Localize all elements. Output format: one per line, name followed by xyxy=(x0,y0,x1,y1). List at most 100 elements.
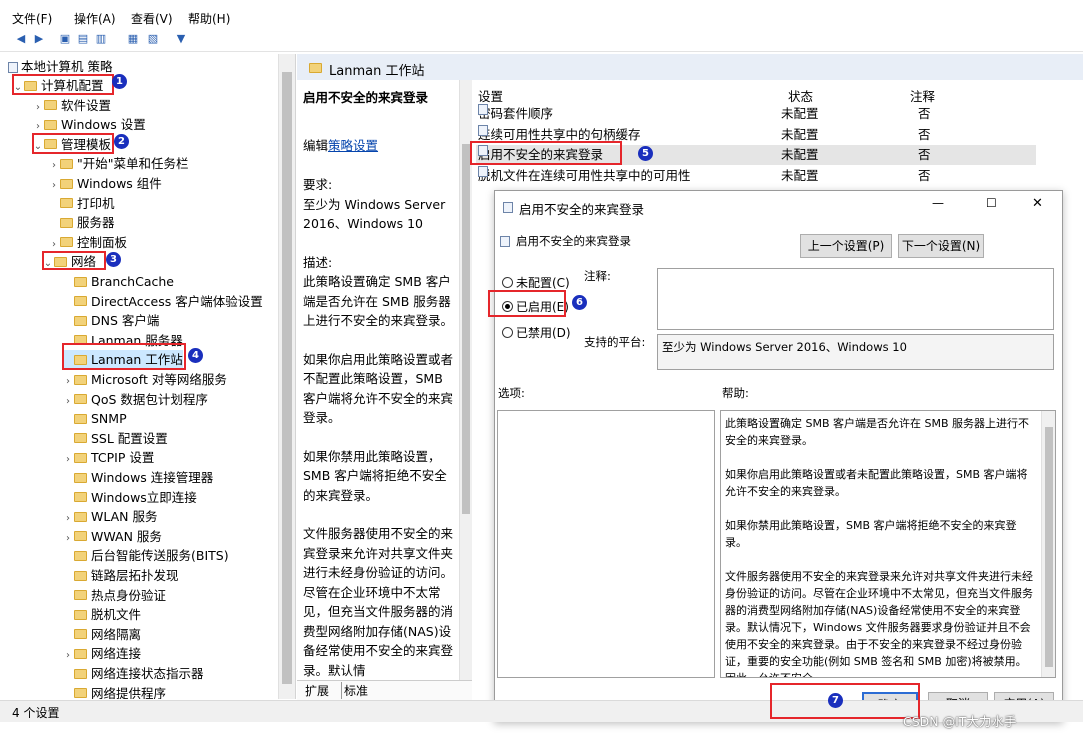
menu-help[interactable]: 帮助(H) xyxy=(188,10,230,27)
minimize-icon[interactable]: — xyxy=(932,196,944,210)
tree-item[interactable]: › QoS 数据包计划程序 xyxy=(62,390,208,409)
platform-value: 至少为 Windows Server 2016、Windows 10 xyxy=(662,340,907,354)
properties-icon[interactable]: ▧ xyxy=(146,32,160,46)
tree-scrollbar[interactable] xyxy=(278,54,295,699)
forward-icon[interactable]: ▶ xyxy=(32,32,46,46)
setting-name: 脱机文件在连续可用性共享中的可用性 xyxy=(478,165,691,186)
tree-item[interactable]: › TCPIP 设置 xyxy=(62,448,154,467)
export-icon[interactable]: ▥ xyxy=(94,32,108,46)
comment-label: 注释: xyxy=(584,269,611,283)
menu-file[interactable]: 文件(F) xyxy=(12,10,52,27)
collapsed-arrow-icon[interactable]: › xyxy=(62,450,74,469)
collapsed-arrow-icon[interactable]: › xyxy=(48,156,60,175)
tree-item[interactable]: 网络提供程序 xyxy=(62,684,166,699)
tree-item[interactable]: BranchCache xyxy=(62,272,174,291)
tree-item[interactable]: › 软件设置 xyxy=(32,96,111,115)
tree-item[interactable]: › WWAN 服务 xyxy=(62,527,162,546)
tree-item[interactable]: DirectAccess 客户端体验设置 xyxy=(62,292,263,311)
tree-item-label: TCPIP 设置 xyxy=(91,450,155,466)
radio-not-configured-circle[interactable] xyxy=(502,277,513,288)
help-label: 帮助: xyxy=(722,386,749,400)
tree-item[interactable]: › Microsoft 对等网络服务 xyxy=(62,370,227,389)
tree-item[interactable]: › 网络连接 xyxy=(62,644,141,663)
tree-item[interactable]: SNMP xyxy=(62,409,127,428)
setting-icon xyxy=(478,165,488,177)
help-p1: 此策略设置确定 SMB 客户端是否允许在 SMB 服务器上进行不安全的来宾登录。 xyxy=(725,417,1030,447)
tree-item[interactable]: 服务器 xyxy=(48,213,115,232)
filter-icon[interactable]: ▼ xyxy=(174,32,188,46)
options-label: 选项: xyxy=(498,386,525,400)
collapsed-arrow-icon[interactable]: › xyxy=(48,176,60,195)
description-p1: 此策略设置确定 SMB 客户端是否允许在 SMB 服务器上进行不安全的来宾登录。 xyxy=(303,274,454,328)
tree-item-label: "开始"菜单和任务栏 xyxy=(77,156,189,172)
tree-item[interactable]: 网络连接状态指示器 xyxy=(62,664,204,683)
next-setting-button[interactable]: 下一个设置(N) xyxy=(898,234,984,258)
maximize-icon[interactable]: ☐ xyxy=(986,196,997,210)
menu-action[interactable]: 操作(A) xyxy=(74,10,116,27)
radio-disabled[interactable]: 已禁用(D) xyxy=(502,324,571,341)
column-state[interactable]: 状态 xyxy=(788,86,813,105)
annotation-box-1 xyxy=(12,74,114,95)
folder-icon xyxy=(60,178,73,189)
up-folder-icon[interactable]: ▣ xyxy=(58,32,72,46)
tab-extended[interactable]: 扩展 xyxy=(305,682,329,699)
annotation-box-6 xyxy=(488,290,566,317)
annotation-box-5 xyxy=(470,141,622,165)
folder-icon xyxy=(74,531,87,542)
menu-view[interactable]: 查看(V) xyxy=(131,10,173,27)
folder-icon xyxy=(74,609,87,620)
radio-disabled-circle[interactable] xyxy=(502,327,513,338)
column-comment[interactable]: 注释 xyxy=(910,86,935,105)
tree-item-label: BranchCache xyxy=(91,274,174,289)
setting-icon xyxy=(478,124,488,136)
collapsed-arrow-icon[interactable]: › xyxy=(62,372,74,391)
tree-item[interactable]: › Windows 设置 xyxy=(32,115,146,134)
tree-item[interactable]: 脱机文件 xyxy=(62,605,141,624)
description-p4: 文件服务器使用不安全的来宾登录来允许对共享文件夹进行未经身份验证的访问。尽管在企… xyxy=(303,526,454,678)
tree-item[interactable]: › "开始"菜单和任务栏 xyxy=(48,154,189,173)
collapsed-arrow-icon[interactable]: › xyxy=(62,529,74,548)
help-p2: 如果你启用此策略设置或者未配置此策略设置，SMB 客户端将允许不安全的来宾登录。 xyxy=(725,468,1028,498)
comment-textarea[interactable] xyxy=(657,268,1054,330)
column-setting[interactable]: 设置 xyxy=(478,86,503,105)
tree-item-label: DirectAccess 客户端体验设置 xyxy=(91,293,263,309)
list-row[interactable]: 脱机文件在连续可用性共享中的可用性 未配置 否 xyxy=(476,165,1036,186)
back-icon[interactable]: ◀ xyxy=(14,32,28,46)
tree-item[interactable]: › WLAN 服务 xyxy=(62,507,158,526)
tree-item[interactable]: 网络隔离 xyxy=(62,625,141,644)
description-scrollbar[interactable] xyxy=(459,80,472,680)
tree-item[interactable]: 打印机 xyxy=(48,194,115,213)
tree-item[interactable]: 后台智能传送服务(BITS) xyxy=(62,546,229,565)
tree-item[interactable]: DNS 客户端 xyxy=(62,311,159,330)
help-scrollbar[interactable] xyxy=(1041,411,1055,677)
list-row[interactable]: 密码套件顺序 未配置 否 xyxy=(476,104,1036,124)
tab-standard[interactable]: 标准 xyxy=(341,682,368,699)
help-scroll-thumb[interactable] xyxy=(1045,427,1053,667)
show-hide-tree-icon[interactable]: ▤ xyxy=(76,32,90,46)
folder-icon xyxy=(74,433,87,444)
tree-item-label: 网络提供程序 xyxy=(91,685,167,699)
collapsed-arrow-icon[interactable]: › xyxy=(62,509,74,528)
tree-item-label: Microsoft 对等网络服务 xyxy=(91,372,227,387)
help-icon[interactable]: ▦ xyxy=(126,32,140,46)
collapsed-arrow-icon[interactable]: › xyxy=(62,646,74,665)
close-icon[interactable]: ✕ xyxy=(1032,196,1043,211)
radio-not-configured[interactable]: 未配置(C) xyxy=(502,274,570,291)
description-scroll-thumb[interactable] xyxy=(462,144,470,514)
collapsed-arrow-icon[interactable]: › xyxy=(62,392,74,411)
collapsed-arrow-icon[interactable]: › xyxy=(32,98,44,117)
folder-icon xyxy=(74,472,87,483)
setting-state: 未配置 xyxy=(781,106,819,121)
help-panel: 此策略设置确定 SMB 客户端是否允许在 SMB 服务器上进行不安全的来宾登录。… xyxy=(720,410,1056,678)
tree-item[interactable]: 热点身份验证 xyxy=(62,586,166,605)
tree-scroll-thumb[interactable] xyxy=(282,72,292,684)
tree-item[interactable]: Windows 连接管理器 xyxy=(62,468,213,487)
edit-policy-link[interactable]: 策略设置 xyxy=(328,138,378,153)
tree-item[interactable]: › Windows 组件 xyxy=(48,174,162,193)
tree-item[interactable]: › 控制面板 xyxy=(48,233,127,252)
tree-item[interactable]: SSL 配置设置 xyxy=(62,429,168,448)
tree-item[interactable]: Windows立即连接 xyxy=(62,488,197,507)
previous-setting-button[interactable]: 上一个设置(P) xyxy=(800,234,892,258)
tree-item[interactable]: 链路层拓扑发现 xyxy=(62,566,179,585)
folder-icon xyxy=(74,648,87,659)
